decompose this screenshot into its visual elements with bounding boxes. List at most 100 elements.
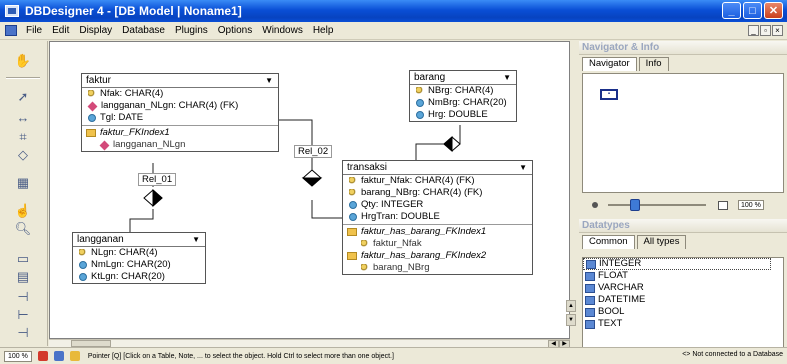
column-row[interactable]: NmLgn: CHAR(20) [73, 259, 205, 271]
datatype-label: DATETIME [598, 294, 646, 305]
pointer-tool-icon[interactable]: ➚ [12, 87, 34, 107]
datatype-item[interactable]: VARCHAR [583, 282, 783, 294]
model-canvas[interactable]: faktur ▼ Nfak: CHAR(4) langganan_NLgn: C… [49, 41, 570, 339]
table-transaksi[interactable]: transaksi ▼ faktur_Nfak: CHAR(4) (FK) ba… [342, 160, 533, 275]
hand-tool-icon[interactable]: ✋ [12, 51, 34, 71]
column-row[interactable]: NLgn: CHAR(4) [73, 247, 205, 259]
key-icon [88, 90, 96, 98]
column-row[interactable]: HrgTran: DOUBLE [343, 211, 532, 223]
navigator-preview[interactable]: ▪ [582, 73, 784, 193]
close-button[interactable]: ✕ [764, 2, 783, 19]
zoom-bar: 100 % [582, 198, 784, 212]
tab-common[interactable]: Common [582, 235, 635, 249]
menu-database[interactable]: Database [117, 25, 170, 36]
column-row[interactable]: Tgl: DATE [82, 112, 278, 124]
index-name: faktur_has_barang_FKIndex2 [361, 250, 487, 261]
zoom-tool-icon[interactable]: 🔍︎ [12, 219, 34, 239]
lasso-tool-icon[interactable]: ⌗ [12, 127, 34, 147]
save-icon[interactable] [53, 351, 64, 361]
eraser-tool-icon[interactable]: ◇ [12, 145, 34, 165]
zoom-out-icon[interactable] [592, 202, 598, 208]
datatype-item[interactable]: FLOAT [583, 270, 783, 282]
key-icon [416, 87, 424, 95]
table-header[interactable]: faktur ▼ [82, 74, 278, 88]
scrollbar-thumb[interactable] [71, 340, 111, 347]
column-text: NmLgn: CHAR(20) [91, 259, 171, 270]
dropdown-arrow-icon[interactable]: ▼ [192, 233, 200, 246]
relation-label-rel-01[interactable]: Rel_01 [138, 173, 177, 186]
menu-file[interactable]: File [21, 25, 47, 36]
index-row[interactable]: faktur_has_barang_FKIndex1 [343, 226, 532, 238]
column-row[interactable]: NmBrg: CHAR(20) [410, 97, 516, 109]
table-faktur[interactable]: faktur ▼ Nfak: CHAR(4) langganan_NLgn: C… [81, 73, 279, 152]
zoom-slider-knob[interactable] [630, 199, 640, 211]
document-icon[interactable] [5, 25, 17, 36]
column-text: NmBrg: CHAR(20) [428, 97, 507, 108]
move-tool-icon[interactable]: ↔ [12, 107, 34, 127]
attribute-icon [88, 114, 96, 122]
app-icon[interactable] [5, 5, 19, 17]
relation-1-1-tool-icon[interactable]: ⊣ [12, 287, 34, 307]
mdi-minimize-button[interactable]: _ [748, 25, 759, 36]
zoom-value[interactable]: 100 % [738, 200, 764, 210]
dropdown-arrow-icon[interactable]: ▼ [503, 71, 511, 84]
zoom-fit-icon[interactable] [718, 200, 728, 210]
tab-all-types[interactable]: All types [636, 235, 687, 249]
table-barang[interactable]: barang ▼ NBrg: CHAR(4) NmBrg: CHAR(20) H… [409, 70, 517, 122]
status-message: Pointer [Q] [Click on a Table, Note, ...… [87, 352, 394, 360]
hand-pan-icon[interactable]: ☝ [12, 201, 34, 221]
dropdown-arrow-icon[interactable]: ▼ [265, 74, 273, 87]
datatype-item[interactable]: BOOL [583, 306, 783, 318]
table-header[interactable]: barang ▼ [410, 71, 516, 85]
datatype-item[interactable]: DATETIME [583, 294, 783, 306]
relation-label-rel-02[interactable]: Rel_02 [294, 145, 333, 158]
menu-edit[interactable]: Edit [47, 25, 74, 36]
column-row[interactable]: Hrg: DOUBLE [410, 109, 516, 121]
tab-navigator[interactable]: Navigator [582, 57, 637, 71]
index-column: langganan_NLgn [113, 139, 186, 150]
mdi-close-button[interactable]: × [772, 25, 783, 36]
scroll-down-icon[interactable]: ▼ [566, 314, 576, 326]
viewport-indicator[interactable]: ▪ [600, 89, 618, 100]
column-text: langganan_NLgn: CHAR(4) (FK) [101, 100, 239, 111]
menu-windows[interactable]: Windows [257, 25, 308, 36]
menu-help[interactable]: Help [308, 25, 339, 36]
table-header[interactable]: langganan ▼ [73, 233, 205, 247]
relation-1-n-tool-icon[interactable]: ⊢ [12, 305, 34, 325]
status-zoom[interactable]: 100 % [4, 350, 32, 362]
column-row[interactable]: Qty: INTEGER [343, 199, 532, 211]
minimize-button[interactable]: _ [722, 2, 741, 19]
column-row[interactable]: KtLgn: CHAR(20) [73, 271, 205, 283]
tab-info[interactable]: Info [638, 57, 669, 71]
menu-display[interactable]: Display [74, 25, 117, 36]
maximize-button[interactable]: □ [743, 2, 762, 19]
table-langganan[interactable]: langganan ▼ NLgn: CHAR(4) NmLgn: CHAR(20… [72, 232, 206, 284]
scroll-up-icon[interactable]: ▲ [566, 300, 576, 312]
menu-plugins[interactable]: Plugins [170, 25, 213, 36]
menu-bar: File Edit Display Database Plugins Optio… [0, 22, 787, 40]
datatype-item[interactable]: TEXT [583, 318, 783, 330]
index-row[interactable]: faktur_FKIndex1 [82, 127, 278, 139]
region-tool-icon[interactable]: ▭ [12, 249, 34, 269]
relation-n-m-tool-icon[interactable]: ⊣ [12, 323, 34, 343]
index-column-row: langganan_NLgn [82, 139, 278, 151]
table-tool-icon[interactable]: ▦ [12, 173, 34, 193]
table-header[interactable]: transaksi ▼ [343, 161, 532, 175]
stop-icon[interactable] [37, 351, 48, 361]
zoom-slider[interactable] [608, 199, 706, 211]
column-row[interactable]: NBrg: CHAR(4) [410, 85, 516, 97]
lock-icon[interactable] [69, 351, 80, 361]
column-row[interactable]: langganan_NLgn: CHAR(4) (FK) [82, 100, 278, 112]
column-row[interactable]: barang_NBrg: CHAR(4) (FK) [343, 187, 532, 199]
datatype-item[interactable]: INTEGER [583, 258, 771, 270]
index-column-row: faktur_Nfak [343, 238, 532, 250]
column-row[interactable]: Nfak: CHAR(4) [82, 88, 278, 100]
mdi-restore-button[interactable]: ▫ [760, 25, 771, 36]
index-row[interactable]: faktur_has_barang_FKIndex2 [343, 250, 532, 262]
dropdown-arrow-icon[interactable]: ▼ [519, 161, 527, 174]
column-text: barang_NBrg: CHAR(4) (FK) [361, 187, 483, 198]
horizontal-scrollbar[interactable]: ◀ ▶ [49, 339, 570, 348]
column-row[interactable]: faktur_Nfak: CHAR(4) (FK) [343, 175, 532, 187]
image-tool-icon[interactable]: ▤ [12, 267, 34, 287]
menu-options[interactable]: Options [213, 25, 257, 36]
